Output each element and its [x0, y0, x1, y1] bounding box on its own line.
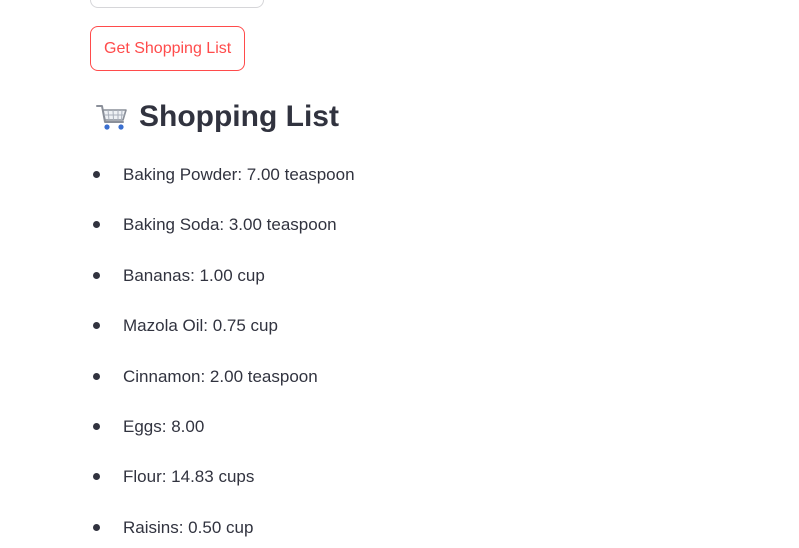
list-item: Cinnamon: 2.00 teaspoon	[90, 352, 355, 402]
bullet-icon	[93, 523, 100, 531]
bullet-icon	[93, 473, 100, 481]
list-item: Bananas: 1.00 cup	[90, 251, 355, 301]
app-page: Get Shopping List Shopping List Baking P…	[0, 0, 799, 548]
list-item-text: Flour: 14.83 cups	[123, 467, 255, 487]
bullet-icon	[93, 322, 100, 330]
list-item: Mazola Oil: 0.75 cup	[90, 301, 355, 351]
list-item-text: Raisins: 0.50 cup	[123, 517, 254, 537]
section-title: Shopping List	[139, 100, 339, 133]
recipe-input[interactable]	[90, 0, 264, 8]
shopping-cart-icon	[95, 100, 129, 134]
list-item: Eggs: 8.00	[90, 402, 355, 452]
list-item: Baking Soda: 3.00 teaspoon	[90, 200, 355, 250]
bullet-icon	[93, 372, 100, 380]
bullet-icon	[93, 171, 100, 178]
list-item-text: Mazola Oil: 0.75 cup	[123, 316, 278, 336]
section-heading: Shopping List	[95, 100, 339, 134]
list-item-text: Eggs: 8.00	[123, 416, 205, 436]
list-item: Flour: 14.83 cups	[90, 452, 355, 502]
bullet-icon	[93, 422, 100, 430]
list-item-text: Baking Powder: 7.00 teaspoon	[123, 165, 355, 184]
list-item-text: Cinnamon: 2.00 teaspoon	[123, 366, 318, 386]
get-shopping-list-button[interactable]: Get Shopping List	[90, 26, 246, 71]
list-item: Raisins: 0.50 cup	[90, 503, 355, 548]
list-item-text: Bananas: 1.00 cup	[123, 265, 265, 285]
bullet-icon	[93, 221, 100, 229]
shopping-list: Baking Powder: 7.00 teaspoon Baking Soda…	[90, 150, 355, 548]
list-item: Baking Powder: 7.00 teaspoon	[90, 150, 355, 200]
list-item-text: Baking Soda: 3.00 teaspoon	[123, 215, 337, 235]
bullet-icon	[93, 271, 100, 279]
